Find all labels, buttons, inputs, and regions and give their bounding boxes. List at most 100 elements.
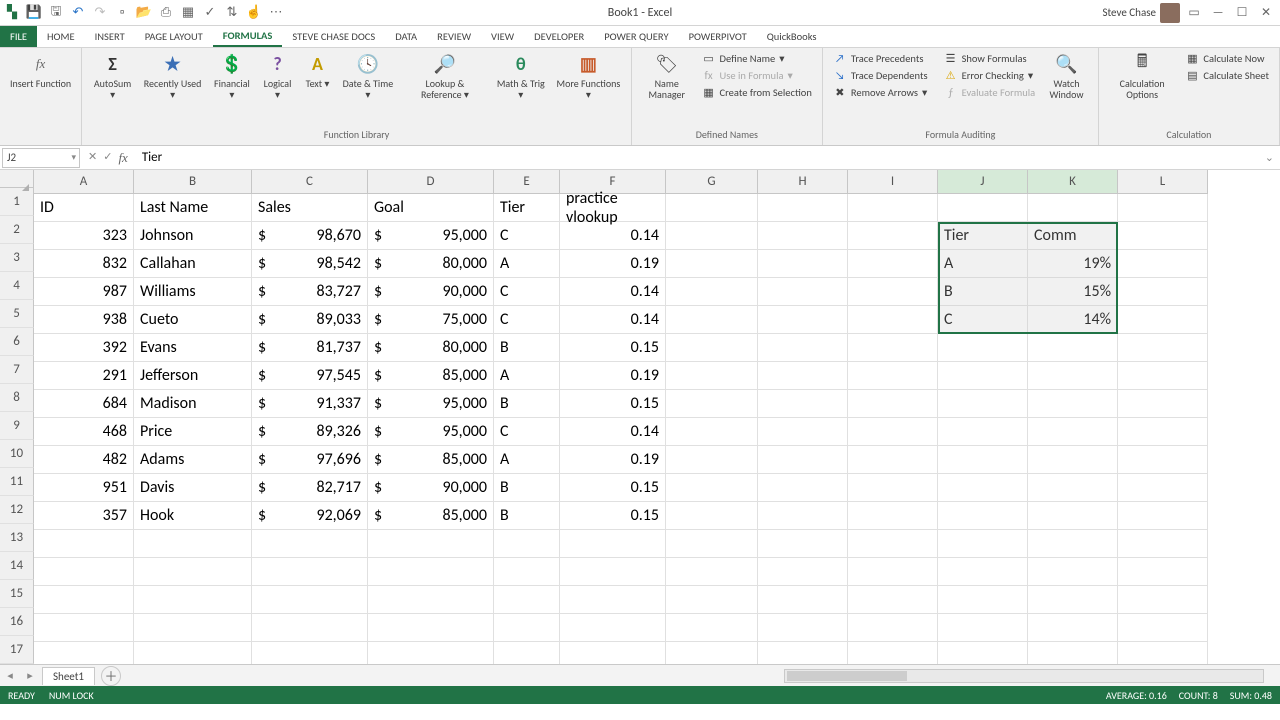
cell[interactable]: 482 — [34, 446, 134, 474]
cell[interactable]: 0.15 — [560, 390, 666, 418]
row-header-4[interactable]: 4 — [0, 272, 34, 300]
recently-used-button[interactable]: ★Recently Used ▾ — [139, 50, 206, 102]
cell[interactable] — [1118, 306, 1208, 334]
cell[interactable]: $85,000 — [368, 362, 494, 390]
cell[interactable]: Comm — [1028, 222, 1118, 250]
cell[interactable] — [848, 390, 938, 418]
calculate-sheet-button[interactable]: ▤Calculate Sheet — [1181, 67, 1273, 83]
cell[interactable] — [560, 614, 666, 642]
name-manager-button[interactable]: 🏷 Name Manager — [638, 50, 696, 102]
cell[interactable] — [1118, 614, 1208, 642]
printpreview-icon[interactable]: ▦ — [180, 5, 196, 21]
row-header-1[interactable]: 1 — [0, 188, 34, 216]
col-header-K[interactable]: K — [1028, 170, 1118, 194]
cell[interactable]: B — [938, 278, 1028, 306]
tab-power-query[interactable]: POWER QUERY — [594, 26, 678, 47]
cell[interactable] — [1118, 250, 1208, 278]
cell[interactable]: C — [494, 222, 560, 250]
cell[interactable] — [938, 474, 1028, 502]
cell[interactable]: $83,727 — [252, 278, 368, 306]
cell[interactable] — [938, 334, 1028, 362]
cell[interactable]: 291 — [34, 362, 134, 390]
cell[interactable] — [938, 446, 1028, 474]
cell[interactable] — [134, 614, 252, 642]
cell[interactable] — [848, 278, 938, 306]
cell[interactable]: 468 — [34, 418, 134, 446]
tab-review[interactable]: REVIEW — [427, 26, 481, 47]
name-box[interactable]: J2 — [2, 148, 80, 168]
cell[interactable]: $89,326 — [252, 418, 368, 446]
cell[interactable] — [134, 586, 252, 614]
cell[interactable] — [938, 390, 1028, 418]
cell[interactable] — [1118, 362, 1208, 390]
cell[interactable]: C — [494, 306, 560, 334]
show-formulas-button[interactable]: ☰Show Formulas — [940, 50, 1040, 66]
cell[interactable] — [758, 390, 848, 418]
cell[interactable] — [34, 558, 134, 586]
cell[interactable] — [758, 306, 848, 334]
cell[interactable]: $81,737 — [252, 334, 368, 362]
cell[interactable]: 832 — [34, 250, 134, 278]
save-icon[interactable]: 💾 — [26, 5, 42, 21]
cell[interactable] — [666, 362, 758, 390]
col-header-J[interactable]: J — [938, 170, 1028, 194]
cell[interactable] — [666, 222, 758, 250]
cell[interactable] — [758, 614, 848, 642]
cell[interactable]: Williams — [134, 278, 252, 306]
cell[interactable] — [666, 194, 758, 222]
row-header-3[interactable]: 3 — [0, 244, 34, 272]
cell[interactable] — [34, 530, 134, 558]
cell[interactable]: Sales — [252, 194, 368, 222]
cell[interactable]: 0.14 — [560, 306, 666, 334]
cell[interactable] — [938, 194, 1028, 222]
spell-icon[interactable]: ✓ — [202, 5, 218, 21]
cell[interactable] — [252, 558, 368, 586]
touch-icon[interactable]: ☝ — [246, 5, 262, 21]
cell[interactable]: Price — [134, 418, 252, 446]
lookup-reference-button[interactable]: 🔎Lookup & Reference ▾ — [400, 50, 489, 102]
cell[interactable]: B — [494, 474, 560, 502]
more-qat-icon[interactable]: ⋯ — [268, 5, 284, 21]
cell[interactable] — [666, 390, 758, 418]
cell[interactable]: 0.14 — [560, 278, 666, 306]
user-name[interactable]: Steve Chase — [1102, 6, 1156, 19]
col-header-I[interactable]: I — [848, 170, 938, 194]
cell[interactable] — [758, 502, 848, 530]
cell[interactable] — [252, 642, 368, 664]
tab-quickbooks[interactable]: QuickBooks — [757, 26, 827, 47]
cell[interactable] — [758, 194, 848, 222]
cell[interactable]: $95,000 — [368, 222, 494, 250]
text-button[interactable]: AText ▾ — [300, 50, 336, 91]
cell[interactable] — [1028, 586, 1118, 614]
cell[interactable] — [666, 474, 758, 502]
cell[interactable] — [1118, 390, 1208, 418]
cell[interactable]: 0.19 — [560, 250, 666, 278]
cell[interactable] — [1118, 194, 1208, 222]
row-header-5[interactable]: 5 — [0, 300, 34, 328]
cell[interactable] — [848, 474, 938, 502]
cell[interactable]: $91,337 — [252, 390, 368, 418]
remove-arrows-button[interactable]: ✖Remove Arrows ▾ — [829, 84, 932, 100]
row-header-6[interactable]: 6 — [0, 328, 34, 356]
row-header-17[interactable]: 17 — [0, 636, 34, 664]
cell[interactable] — [666, 558, 758, 586]
cell[interactable] — [1028, 502, 1118, 530]
cell[interactable] — [758, 558, 848, 586]
cell[interactable] — [758, 446, 848, 474]
cell[interactable]: Goal — [368, 194, 494, 222]
autosum-button[interactable]: ΣAutoSum ▾ — [88, 50, 137, 102]
cell[interactable] — [1028, 642, 1118, 664]
open-icon[interactable]: 📂 — [136, 5, 152, 21]
cell[interactable] — [848, 530, 938, 558]
cell[interactable]: $85,000 — [368, 502, 494, 530]
cell[interactable]: 0.15 — [560, 334, 666, 362]
sheet-nav-prev-icon[interactable]: ◂ — [0, 669, 20, 682]
row-header-12[interactable]: 12 — [0, 496, 34, 524]
cell[interactable]: $98,542 — [252, 250, 368, 278]
watch-window-button[interactable]: 🔍 Watch Window — [1041, 50, 1092, 102]
cell[interactable]: $80,000 — [368, 250, 494, 278]
cell[interactable] — [848, 306, 938, 334]
cell[interactable] — [1118, 558, 1208, 586]
cell[interactable] — [134, 642, 252, 664]
cell[interactable] — [494, 614, 560, 642]
